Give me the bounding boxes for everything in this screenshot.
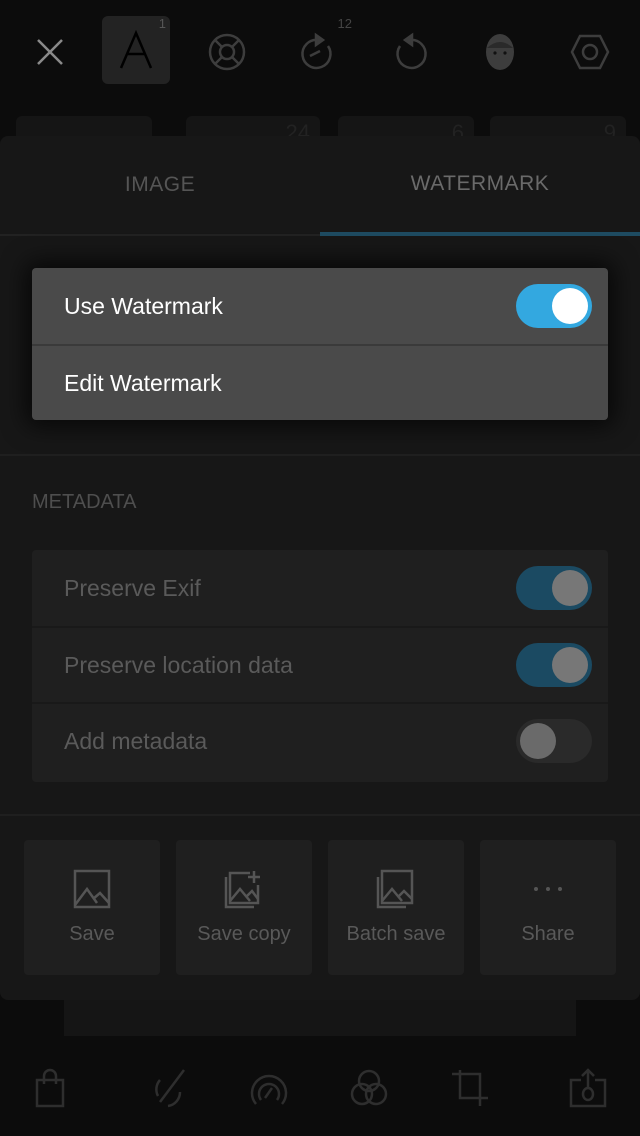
toggle-knob <box>552 288 588 324</box>
redo-button[interactable]: 12 <box>286 16 352 82</box>
preserve-location-toggle[interactable] <box>516 643 592 687</box>
image-stack-icon <box>376 869 414 909</box>
tab-bar: IMAGE WATERMARK <box>0 136 640 236</box>
add-metadata-label: Add metadata <box>64 727 208 754</box>
export-icon <box>569 1068 607 1108</box>
toggle-knob <box>552 570 588 606</box>
watermark-group: Use Watermark Edit Watermark <box>32 268 608 420</box>
tab-image[interactable]: IMAGE <box>0 136 320 234</box>
save-button[interactable]: Save <box>24 840 160 975</box>
undo-button[interactable] <box>378 22 442 82</box>
text-badge: 1 <box>158 16 166 31</box>
save-copy-button[interactable]: Save copy <box>176 840 312 975</box>
bag-button[interactable] <box>22 1060 78 1116</box>
preserve-exif-label: Preserve Exif <box>64 574 201 601</box>
save-label: Save <box>69 923 115 945</box>
export-button[interactable] <box>560 1060 616 1116</box>
more-dots-icon <box>534 887 562 891</box>
text-icon <box>119 30 153 69</box>
gauge-icon <box>250 1074 288 1105</box>
gauge-button[interactable] <box>241 1060 297 1116</box>
bottom-toolbar <box>0 1060 640 1120</box>
preserve-exif-toggle[interactable] <box>516 566 592 610</box>
color-circles-icon <box>350 1069 388 1106</box>
image-copy-add-icon <box>224 871 260 909</box>
export-panel: IMAGE WATERMARK Use Watermark Edit Water… <box>0 136 640 1000</box>
divider <box>0 454 640 456</box>
image-icon <box>73 869 111 909</box>
toggle-knob <box>552 647 588 683</box>
bag-icon <box>35 1068 65 1108</box>
face-button[interactable] <box>468 22 532 82</box>
face-icon <box>486 34 514 70</box>
crop-icon <box>452 1070 488 1106</box>
use-watermark-toggle[interactable] <box>516 284 592 328</box>
crop-button[interactable] <box>442 1060 498 1116</box>
lifebuoy-button[interactable] <box>195 22 259 82</box>
brush-button[interactable] <box>142 1060 198 1116</box>
edit-watermark-row[interactable]: Edit Watermark <box>32 344 608 420</box>
preserve-location-label: Preserve location data <box>64 651 293 678</box>
color-button[interactable] <box>341 1060 397 1116</box>
divider <box>0 814 640 816</box>
close-icon <box>37 39 63 65</box>
add-metadata-row[interactable]: Add metadata <box>32 702 608 778</box>
metadata-title: METADATA <box>32 491 137 513</box>
top-toolbar: 1 12 <box>0 0 640 110</box>
batch-save-button[interactable]: Batch save <box>328 840 464 975</box>
preserve-exif-row[interactable]: Preserve Exif <box>32 550 608 626</box>
share-label: Share <box>521 923 575 945</box>
text-tool-button[interactable]: 1 <box>102 16 170 84</box>
photo-preview <box>64 1000 576 1036</box>
metadata-group: Preserve Exif Preserve location data Add… <box>32 550 608 782</box>
save-copy-label: Save copy <box>197 923 291 945</box>
add-metadata-toggle[interactable] <box>516 719 592 763</box>
edit-watermark-label: Edit Watermark <box>64 369 222 396</box>
toggle-knob <box>520 723 556 759</box>
hexagon-icon <box>570 34 610 70</box>
action-buttons: Save Save copy Batch save Share <box>24 840 616 975</box>
close-button[interactable] <box>18 22 82 82</box>
use-watermark-label: Use Watermark <box>64 292 223 319</box>
redo-badge: 12 <box>337 16 352 31</box>
use-watermark-row[interactable]: Use Watermark <box>32 268 608 344</box>
batch-save-label: Batch save <box>346 923 446 945</box>
tab-watermark[interactable]: WATERMARK <box>320 136 640 236</box>
preserve-location-row[interactable]: Preserve location data <box>32 626 608 702</box>
settings-button[interactable] <box>558 22 622 82</box>
share-button[interactable]: Share <box>480 840 616 975</box>
brush-icon <box>155 1069 185 1108</box>
lifebuoy-icon <box>208 33 246 71</box>
redo-timer-icon <box>301 32 332 70</box>
undo-icon <box>396 32 427 70</box>
